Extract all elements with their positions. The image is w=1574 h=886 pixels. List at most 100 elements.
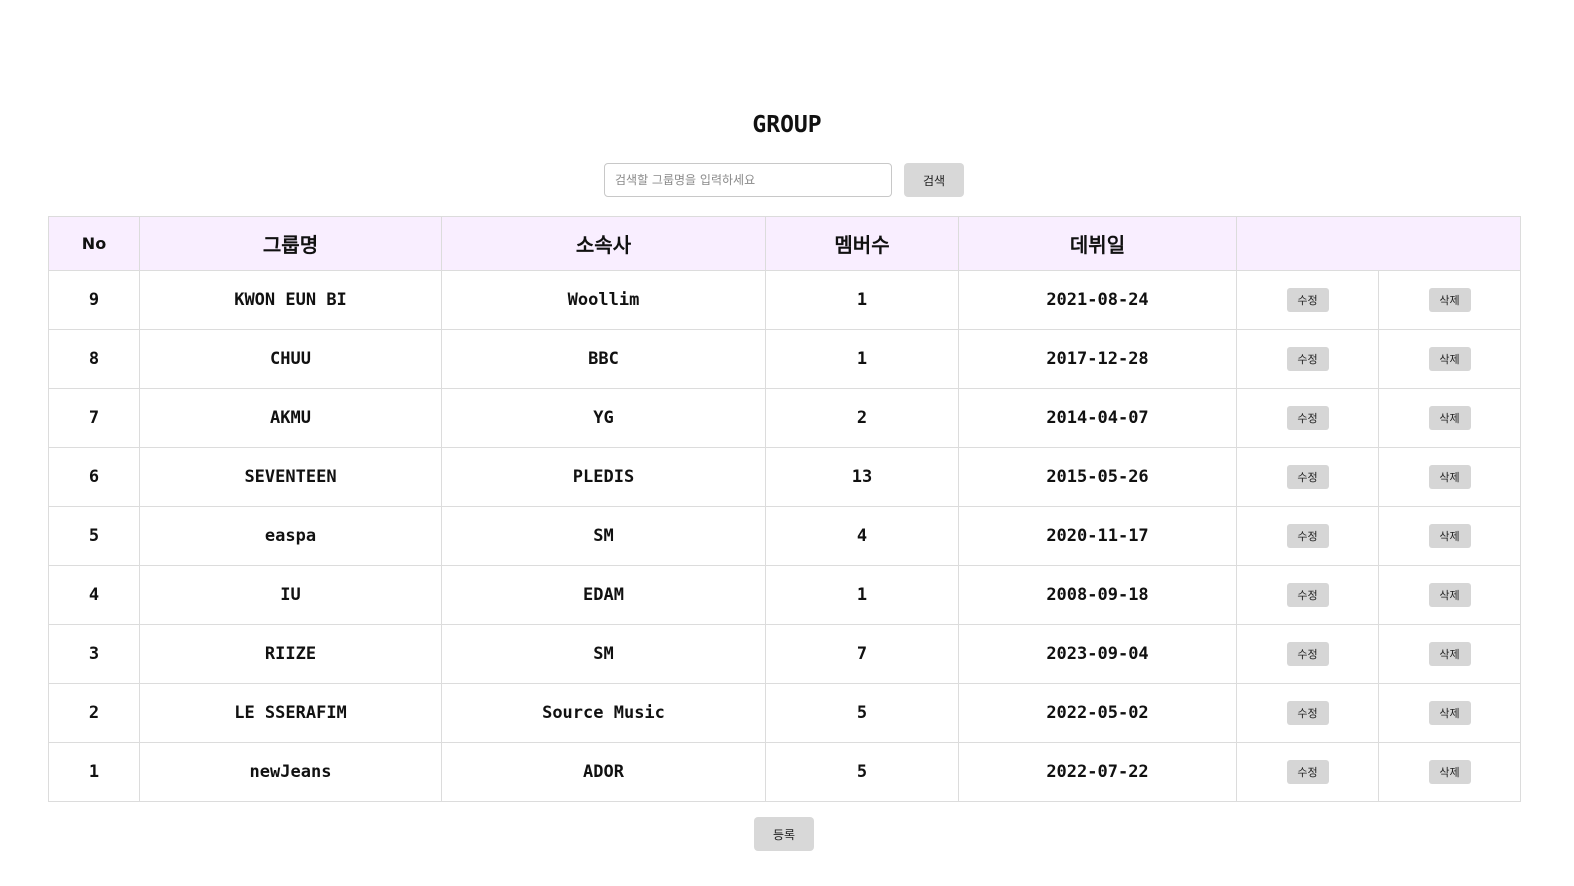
cell-group-name: LE SSERAFIM xyxy=(139,683,442,743)
cell-agency: SM xyxy=(441,624,766,684)
cell-agency: YG xyxy=(441,388,766,448)
cell-group-name: KWON EUN BI xyxy=(139,270,442,330)
cell-member-count: 5 xyxy=(765,683,959,743)
cell-agency: Woollim xyxy=(441,270,766,330)
table-row: 9 KWON EUN BI Woollim 1 2021-08-24 수정 삭제 xyxy=(48,270,1521,330)
cell-no: 2 xyxy=(48,683,140,743)
edit-button[interactable]: 수정 xyxy=(1286,524,1329,548)
delete-button[interactable]: 삭제 xyxy=(1428,465,1471,489)
cell-group-name: newJeans xyxy=(139,742,442,802)
table-row: 5 easpa SM 4 2020-11-17 수정 삭제 xyxy=(48,506,1521,566)
table-row: 3 RIIZE SM 7 2023-09-04 수정 삭제 xyxy=(48,624,1521,684)
delete-button[interactable]: 삭제 xyxy=(1428,406,1471,430)
cell-edit: 수정 xyxy=(1236,565,1379,625)
edit-button[interactable]: 수정 xyxy=(1286,642,1329,666)
cell-edit: 수정 xyxy=(1236,447,1379,507)
table-body: 9 KWON EUN BI Woollim 1 2021-08-24 수정 삭제 8 CHUU B… xyxy=(48,270,1521,802)
register-button[interactable]: 등록 xyxy=(754,817,814,851)
cell-group-name: RIIZE xyxy=(139,624,442,684)
cell-edit: 수정 xyxy=(1236,388,1379,448)
cell-edit: 수정 xyxy=(1236,506,1379,566)
cell-agency: PLEDIS xyxy=(441,447,766,507)
cell-member-count: 5 xyxy=(765,742,959,802)
cell-no: 1 xyxy=(48,742,140,802)
cell-group-name: SEVENTEEN xyxy=(139,447,442,507)
cell-edit: 수정 xyxy=(1236,329,1379,389)
edit-button[interactable]: 수정 xyxy=(1286,701,1329,725)
table-row: 7 AKMU YG 2 2014-04-07 수정 삭제 xyxy=(48,388,1521,448)
cell-delete: 삭제 xyxy=(1378,388,1521,448)
page-title: GROUP xyxy=(752,112,822,138)
cell-agency: BBC xyxy=(441,329,766,389)
cell-debut-date: 2023-09-04 xyxy=(958,624,1237,684)
cell-debut-date: 2017-12-28 xyxy=(958,329,1237,389)
cell-no: 3 xyxy=(48,624,140,684)
group-table: No 그룹명 소속사 멤버수 데뷔일 9 KWON EUN BI Woollim 1 2… xyxy=(48,216,1521,802)
edit-button[interactable]: 수정 xyxy=(1286,760,1329,784)
cell-debut-date: 2020-11-17 xyxy=(958,506,1237,566)
cell-agency: SM xyxy=(441,506,766,566)
cell-group-name: AKMU xyxy=(139,388,442,448)
column-header-actions xyxy=(1236,216,1521,271)
edit-button[interactable]: 수정 xyxy=(1286,465,1329,489)
cell-no: 6 xyxy=(48,447,140,507)
cell-delete: 삭제 xyxy=(1378,270,1521,330)
cell-member-count: 1 xyxy=(765,565,959,625)
delete-button[interactable]: 삭제 xyxy=(1428,701,1471,725)
search-button[interactable]: 검색 xyxy=(904,163,964,197)
cell-no: 9 xyxy=(48,270,140,330)
column-header-no: No xyxy=(48,216,140,271)
cell-delete: 삭제 xyxy=(1378,624,1521,684)
delete-button[interactable]: 삭제 xyxy=(1428,347,1471,371)
cell-debut-date: 2022-07-22 xyxy=(958,742,1237,802)
cell-delete: 삭제 xyxy=(1378,742,1521,802)
cell-debut-date: 2021-08-24 xyxy=(958,270,1237,330)
cell-member-count: 13 xyxy=(765,447,959,507)
table-row: 2 LE SSERAFIM Source Music 5 2022-05-02 수정 삭제 xyxy=(48,683,1521,743)
cell-group-name: easpa xyxy=(139,506,442,566)
table-row: 6 SEVENTEEN PLEDIS 13 2015-05-26 수정 삭제 xyxy=(48,447,1521,507)
column-header-agency: 소속사 xyxy=(441,216,766,271)
cell-no: 5 xyxy=(48,506,140,566)
cell-member-count: 7 xyxy=(765,624,959,684)
cell-debut-date: 2008-09-18 xyxy=(958,565,1237,625)
group-list-page: GROUP 검색 No 그룹명 소속사 멤버수 데뷔일 9KWON EUN BI… xyxy=(0,0,1574,886)
cell-member-count: 2 xyxy=(765,388,959,448)
delete-button[interactable]: 삭제 xyxy=(1428,760,1471,784)
edit-button[interactable]: 수정 xyxy=(1286,288,1329,312)
cell-edit: 수정 xyxy=(1236,270,1379,330)
cell-member-count: 4 xyxy=(765,506,959,566)
cell-group-name: IU xyxy=(139,565,442,625)
cell-edit: 수정 xyxy=(1236,742,1379,802)
cell-member-count: 1 xyxy=(765,270,959,330)
table-row: 1 newJeans ADOR 5 2022-07-22 수정 삭제 xyxy=(48,742,1521,802)
table-row: 8 CHUU BBC 1 2017-12-28 수정 삭제 xyxy=(48,329,1521,389)
cell-no: 8 xyxy=(48,329,140,389)
cell-group-name: CHUU xyxy=(139,329,442,389)
column-header-member-count: 멤버수 xyxy=(765,216,959,271)
column-header-debut-date: 데뷔일 xyxy=(958,216,1237,271)
column-header-group-name: 그룹명 xyxy=(139,216,442,271)
cell-no: 4 xyxy=(48,565,140,625)
table-header-row: No 그룹명 소속사 멤버수 데뷔일 xyxy=(48,216,1521,271)
cell-debut-date: 2014-04-07 xyxy=(958,388,1237,448)
delete-button[interactable]: 삭제 xyxy=(1428,642,1471,666)
table-row: 4 IU EDAM 1 2008-09-18 수정 삭제 xyxy=(48,565,1521,625)
cell-debut-date: 2015-05-26 xyxy=(958,447,1237,507)
cell-delete: 삭제 xyxy=(1378,506,1521,566)
cell-delete: 삭제 xyxy=(1378,683,1521,743)
search-input[interactable] xyxy=(604,163,892,197)
cell-delete: 삭제 xyxy=(1378,565,1521,625)
cell-agency: ADOR xyxy=(441,742,766,802)
cell-edit: 수정 xyxy=(1236,624,1379,684)
search-bar: 검색 xyxy=(604,163,964,197)
cell-agency: EDAM xyxy=(441,565,766,625)
cell-edit: 수정 xyxy=(1236,683,1379,743)
cell-delete: 삭제 xyxy=(1378,329,1521,389)
delete-button[interactable]: 삭제 xyxy=(1428,524,1471,548)
edit-button[interactable]: 수정 xyxy=(1286,583,1329,607)
delete-button[interactable]: 삭제 xyxy=(1428,288,1471,312)
edit-button[interactable]: 수정 xyxy=(1286,406,1329,430)
edit-button[interactable]: 수정 xyxy=(1286,347,1329,371)
delete-button[interactable]: 삭제 xyxy=(1428,583,1471,607)
